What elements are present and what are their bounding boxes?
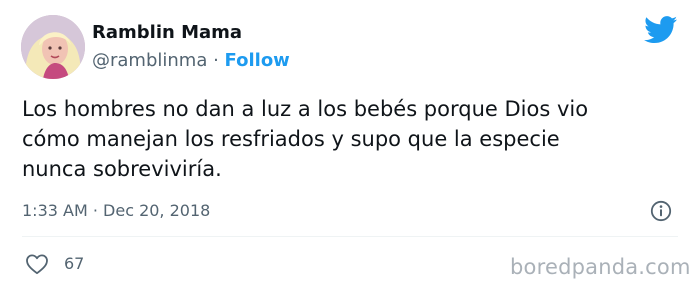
heart-icon[interactable] <box>25 253 49 275</box>
avatar[interactable] <box>21 15 85 79</box>
tweet-timestamp[interactable]: 1:33 AM · Dec 20, 2018 <box>22 201 210 221</box>
divider <box>22 236 678 237</box>
watermark: boredpanda.com <box>510 255 691 279</box>
handle-separator: · <box>207 50 225 71</box>
tweet-card: Ramblin Mama @ramblinma · Follow Los hom… <box>0 0 700 288</box>
info-icon[interactable] <box>650 200 672 222</box>
user-handle[interactable]: @ramblinma <box>92 50 207 71</box>
user-name[interactable]: Ramblin Mama <box>92 22 242 44</box>
handle-row: @ramblinma · Follow <box>92 50 290 72</box>
twitter-bird-icon[interactable] <box>644 16 678 44</box>
tweet-text: Los hombres no dan a luz a los bebés por… <box>22 97 589 181</box>
like-count: 67 <box>64 254 85 273</box>
follow-button[interactable]: Follow <box>225 50 290 71</box>
